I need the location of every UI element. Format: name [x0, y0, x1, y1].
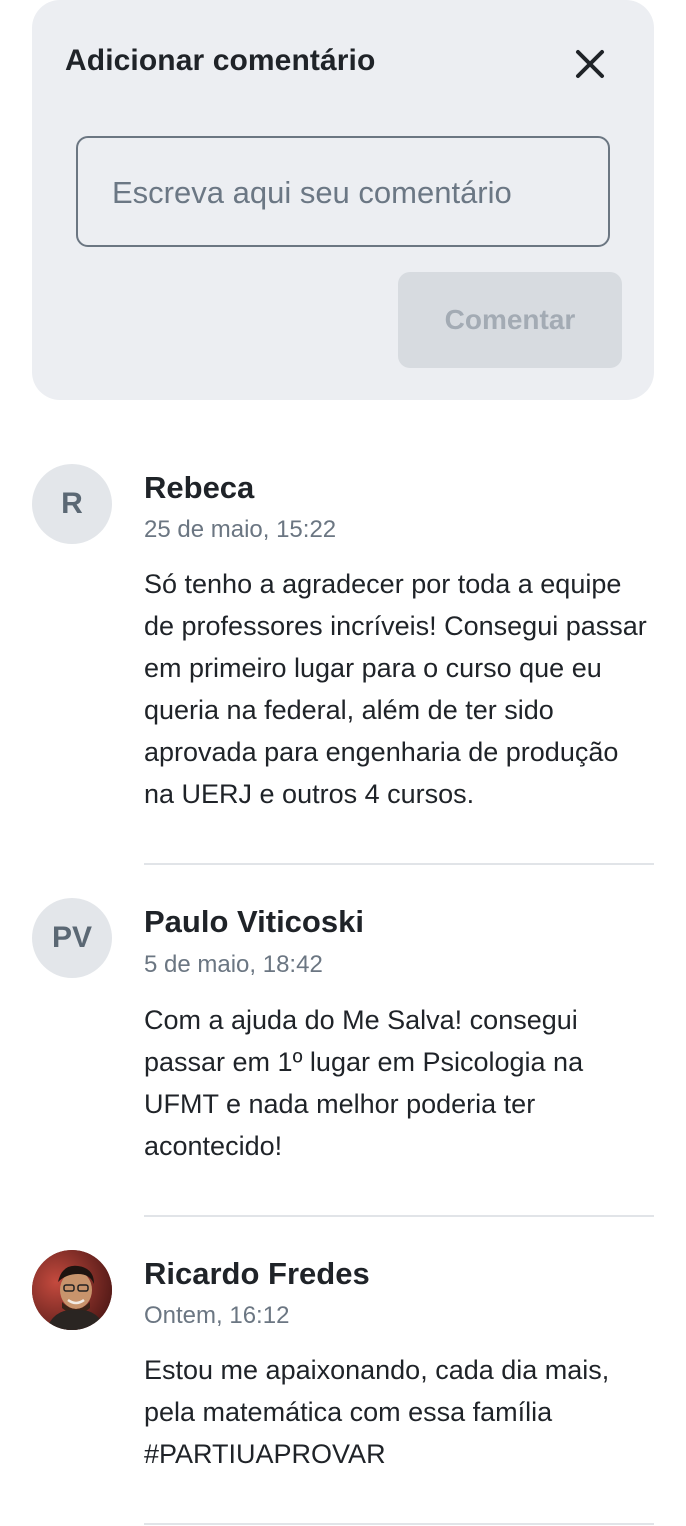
comment-text: Com a ajuda do Me Salva! consegui passar… — [144, 1005, 584, 1161]
add-comment-title: Adicionar comentário — [65, 44, 376, 77]
avatar: R — [32, 464, 112, 544]
avatar: PV — [32, 898, 112, 978]
comment-author: Ricardo Fredes — [144, 1256, 370, 1291]
avatar-photo — [32, 1250, 112, 1330]
comment-divider — [144, 1215, 654, 1217]
avatar-initials: PV — [51, 921, 93, 954]
comment-divider — [144, 863, 654, 865]
comment-input[interactable] — [112, 168, 582, 218]
comment-author: Paulo Viticoski — [144, 904, 364, 939]
comment-date: 5 de maio, 18:42 — [144, 951, 323, 978]
avatar-initials: R — [61, 487, 83, 520]
comment-text: Estou me apaixonando, cada dia mais, pel… — [144, 1355, 610, 1469]
comment-divider — [144, 1523, 654, 1525]
comment-author: Rebeca — [144, 470, 255, 505]
add-comment-card: Adicionar comentário Comentar — [32, 0, 654, 400]
comment-date: Ontem, 16:12 — [144, 1302, 290, 1329]
comment-date: 25 de maio, 15:22 — [144, 516, 337, 543]
comment-input-box[interactable] — [76, 136, 610, 247]
comment-submit-button[interactable]: Comentar — [398, 272, 622, 368]
close-icon[interactable] — [572, 46, 608, 82]
comment-text: Só tenho a agradecer por toda a equipe d… — [144, 569, 647, 809]
